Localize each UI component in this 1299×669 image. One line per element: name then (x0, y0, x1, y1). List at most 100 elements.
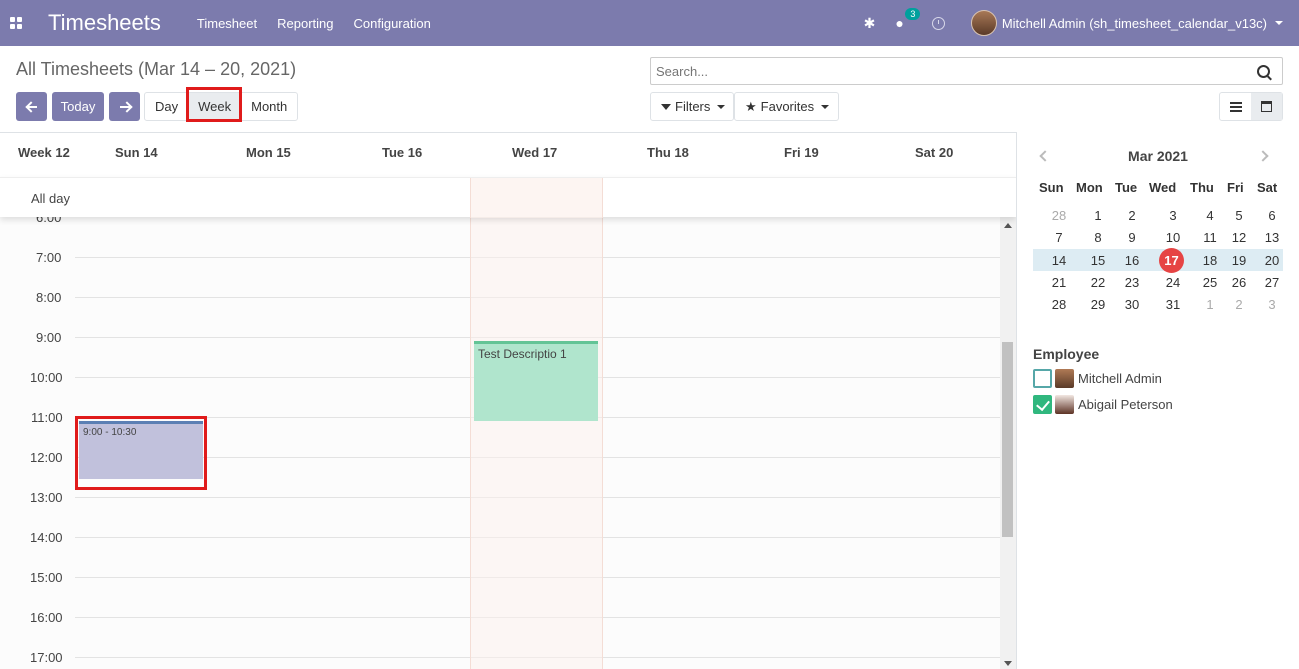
chat-icon[interactable]: ● 3 (895, 8, 921, 31)
calendar-icon (1261, 101, 1272, 112)
week-calendar: Week 12 Sun 14 Mon 15 Tue 16 Wed 17 Thu … (0, 132, 1017, 669)
previous-button[interactable] (16, 92, 47, 121)
mini-day[interactable]: 28 (1047, 297, 1071, 312)
employee-name: Mitchell Admin (1078, 371, 1162, 386)
list-icon (1229, 101, 1242, 112)
employee-avatar (1055, 369, 1074, 388)
mini-day[interactable]: 29 (1086, 297, 1110, 312)
employee-filter-item[interactable]: Mitchell Admin (1033, 369, 1162, 388)
hour-label: 11:00 (31, 410, 63, 425)
mini-day[interactable]: 16 (1120, 253, 1144, 268)
allday-row[interactable]: All day (0, 177, 1016, 218)
mini-day[interactable]: 27 (1260, 275, 1284, 290)
hour-label: 8:00 (36, 290, 62, 305)
hour-label: 12:00 (30, 450, 63, 465)
mini-day[interactable]: 1 (1086, 208, 1110, 223)
mini-day[interactable]: 15 (1086, 253, 1110, 268)
mini-day[interactable]: 24 (1161, 275, 1185, 290)
chat-badge: 3 (905, 8, 921, 20)
mini-day[interactable]: 3 (1161, 208, 1185, 223)
hour-label: 9:00 (36, 330, 62, 345)
today-button[interactable]: Today (52, 92, 104, 121)
favorites-button[interactable]: ★ Favorites (734, 92, 839, 121)
list-view-button[interactable] (1220, 93, 1251, 120)
clock-icon[interactable] (931, 16, 945, 30)
mini-day[interactable]: 13 (1260, 230, 1284, 245)
hour-label: 13:00 (30, 490, 63, 505)
filter-icon (661, 103, 671, 110)
mini-day[interactable]: 9 (1120, 230, 1144, 245)
search-bar (650, 57, 1283, 85)
day-header-wed: Wed 17 (512, 145, 558, 160)
app-title[interactable]: Timesheets (48, 10, 161, 36)
scroll-thumb[interactable] (1002, 342, 1013, 537)
mini-day[interactable]: 5 (1227, 208, 1251, 223)
mini-day[interactable]: 2 (1227, 297, 1251, 312)
hour-label: 16:00 (30, 610, 63, 625)
search-input[interactable] (651, 63, 1257, 79)
user-name[interactable]: Mitchell Admin (sh_timesheet_calendar_v1… (1002, 16, 1267, 31)
event-highlight-box (75, 416, 207, 490)
mini-day[interactable]: 2 (1120, 208, 1144, 223)
timesheet-event-wed[interactable]: Test Descriptio 1 (474, 341, 598, 421)
mini-day[interactable]: 11 (1198, 230, 1222, 245)
mini-day-today[interactable]: 17 (1159, 248, 1184, 273)
mini-day[interactable]: 10 (1161, 230, 1185, 245)
search-icon[interactable] (1257, 64, 1270, 78)
filters-button[interactable]: Filters (650, 92, 734, 121)
mini-day[interactable]: 31 (1161, 297, 1185, 312)
mini-day[interactable]: 19 (1227, 253, 1251, 268)
day-view-button[interactable]: Day (145, 93, 188, 120)
employee-checkbox-checked[interactable] (1033, 395, 1052, 414)
next-button[interactable] (109, 92, 140, 121)
mini-dow: Tue (1115, 180, 1138, 195)
mini-day[interactable]: 30 (1120, 297, 1144, 312)
mini-day[interactable]: 18 (1198, 253, 1222, 268)
mini-day[interactable]: 28 (1047, 208, 1071, 223)
bug-icon[interactable]: ✱ (864, 15, 876, 32)
mini-day[interactable]: 14 (1047, 253, 1071, 268)
top-navbar: Timesheets Timesheet Reporting Configura… (0, 0, 1299, 46)
menu-timesheet[interactable]: Timesheet (197, 16, 257, 31)
calendar-scrollbar[interactable] (1000, 217, 1016, 669)
day-header-sat: Sat 20 (915, 145, 954, 160)
user-menu-caret-icon[interactable] (1275, 21, 1283, 25)
view-switcher (1219, 92, 1283, 121)
employee-checkbox[interactable] (1033, 369, 1052, 388)
day-header-sun: Sun 14 (115, 145, 158, 160)
mini-day[interactable]: 1 (1198, 297, 1222, 312)
mini-day[interactable]: 23 (1120, 275, 1144, 290)
mini-day[interactable]: 12 (1227, 230, 1251, 245)
mini-day[interactable]: 3 (1260, 297, 1284, 312)
mini-dow: Mon (1076, 180, 1103, 195)
employee-filter-title: Employee (1033, 346, 1100, 362)
menu-reporting[interactable]: Reporting (277, 16, 333, 31)
hour-label: 15:00 (30, 570, 63, 585)
mini-day[interactable]: 8 (1086, 230, 1110, 245)
apps-menu-icon[interactable] (10, 16, 23, 30)
mini-day[interactable]: 6 (1260, 208, 1284, 223)
allday-label: All day (31, 191, 71, 206)
mini-day[interactable]: 20 (1260, 253, 1284, 268)
mini-day[interactable]: 21 (1047, 275, 1071, 290)
mini-day[interactable]: 26 (1227, 275, 1251, 290)
hour-label: 10:00 (30, 370, 63, 385)
mini-day[interactable]: 4 (1198, 208, 1222, 223)
employee-filter-item[interactable]: Abigail Peterson (1033, 395, 1173, 414)
calendar-view-button[interactable] (1251, 93, 1282, 120)
scroll-down-icon[interactable] (1004, 661, 1012, 666)
mini-day[interactable]: 25 (1198, 275, 1222, 290)
employee-name: Abigail Peterson (1078, 397, 1173, 412)
mini-day[interactable]: 22 (1086, 275, 1110, 290)
user-avatar[interactable] (970, 10, 997, 36)
scroll-up-icon[interactable] (1004, 223, 1012, 228)
filters-caret-icon (717, 104, 726, 109)
month-view-button[interactable]: Month (241, 93, 297, 120)
day-header-tue: Tue 16 (382, 145, 423, 160)
favorites-label: Favorites (760, 99, 815, 114)
mini-day[interactable]: 7 (1047, 230, 1071, 245)
menu-configuration[interactable]: Configuration (353, 16, 430, 31)
hour-label: 7:00 (36, 250, 62, 265)
arrow-left-icon (26, 101, 38, 113)
star-icon: ★ (745, 98, 757, 114)
